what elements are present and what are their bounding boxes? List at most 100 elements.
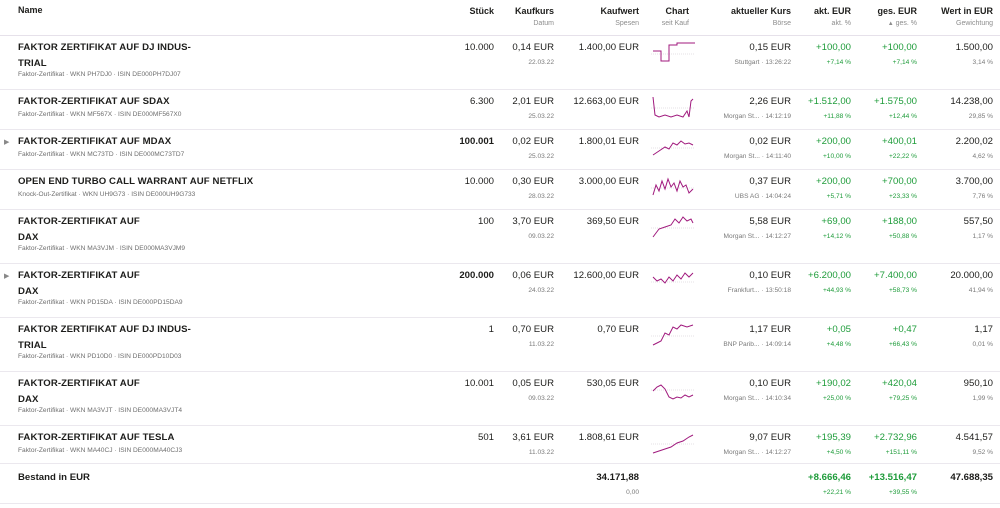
stueck-value: 200.000	[459, 270, 494, 281]
akt-eur-value: +200,00	[816, 136, 851, 147]
gewichtung-value: 41,94 %	[968, 287, 993, 294]
table-row[interactable]: ▶ FAKTOR-ZERTIFIKAT AUF DAX Faktor-Zerti…	[0, 264, 1000, 318]
ges-eur-value: +400,01	[882, 136, 917, 147]
header-wert[interactable]: Wert in EUR Gewichtung	[941, 5, 993, 29]
sparkline-chart[interactable]	[651, 95, 695, 121]
akt-eur-value: +6.200,00	[808, 270, 851, 281]
stueck-value: 6.300	[469, 96, 494, 107]
header-name[interactable]: Name	[18, 5, 43, 15]
kaufwert-value: 369,50 EUR	[586, 216, 639, 227]
header-chart[interactable]: Chart seit Kauf	[662, 5, 689, 29]
ges-pct-value: +22,22 %	[888, 153, 917, 160]
security-name[interactable]: FAKTOR-ZERTIFIKAT AUF DAX	[18, 214, 140, 246]
sparkline-chart[interactable]	[651, 269, 695, 295]
table-row[interactable]: OPEN END TURBO CALL WARRANT AUF NETFLIX …	[0, 170, 1000, 210]
security-details: Faktor-Zertifikat · WKN MA3VJT · ISIN DE…	[18, 407, 183, 414]
kaufkurs-value: 0,05 EUR	[512, 378, 554, 389]
aktueller-kurs-value: 9,07 EUR	[749, 432, 791, 443]
security-name[interactable]: FAKTOR-ZERTIFIKAT AUF DAX	[18, 268, 140, 300]
ges-eur-value: +0,47	[892, 324, 917, 335]
sort-ascending-icon[interactable]: ▲	[888, 21, 894, 27]
kaufkurs-value: 3,70 EUR	[512, 216, 554, 227]
total-label: Bestand in EUR	[18, 472, 90, 483]
sparkline-chart[interactable]	[651, 431, 695, 457]
security-name[interactable]: FAKTOR ZERTIFIKAT AUF DJ INDUS- TRIAL	[18, 40, 191, 72]
security-name[interactable]: FAKTOR-ZERTIFIKAT AUF SDAX	[18, 94, 170, 110]
kaufwert-value: 530,05 EUR	[586, 378, 639, 389]
wert-value: 2.200,02	[955, 136, 993, 147]
boerse-info: UBS AG · 14:04:24	[734, 193, 791, 200]
security-name[interactable]: FAKTOR-ZERTIFIKAT AUF TESLA	[18, 430, 175, 446]
stueck-value: 1	[488, 324, 494, 335]
aktueller-kurs-value: 0,10 EUR	[749, 378, 791, 389]
akt-pct-value: +44,93 %	[822, 287, 851, 294]
aktueller-kurs-value: 0,02 EUR	[749, 136, 791, 147]
aktueller-kurs-value: 0,15 EUR	[749, 42, 791, 53]
kauf-datum: 09.03.22	[528, 395, 554, 402]
wert-value: 950,10	[963, 378, 993, 389]
kauf-datum: 22.03.22	[528, 59, 554, 66]
portfolio-table: Name Stück Kaufkurs Datum Kaufwert Spese…	[0, 0, 1000, 508]
header-kurs[interactable]: aktueller Kurs Börse	[731, 5, 791, 29]
total-wert: 47.688,35	[950, 472, 993, 483]
kauf-datum: 25.03.22	[528, 153, 554, 160]
aktueller-kurs-value: 1,17 EUR	[749, 324, 791, 335]
header-stueck[interactable]: Stück	[469, 5, 494, 17]
header-ges[interactable]: ges. EUR ▲ ges. %	[877, 5, 917, 29]
gewichtung-value: 1,99 %	[972, 395, 993, 402]
gewichtung-value: 4,62 %	[972, 153, 993, 160]
total-row: Bestand in EUR 34.171,88 0,00 +8.666,46 …	[0, 464, 1000, 504]
kaufkurs-value: 0,14 EUR	[512, 42, 554, 53]
kaufkurs-value: 0,70 EUR	[512, 324, 554, 335]
table-row[interactable]: ▶ FAKTOR-ZERTIFIKAT AUF MDAX Faktor-Zert…	[0, 130, 1000, 170]
ges-pct-value: +50,88 %	[888, 233, 917, 240]
expand-row-icon[interactable]: ▶	[4, 272, 9, 280]
aktueller-kurs-value: 0,37 EUR	[749, 176, 791, 187]
akt-pct-value: +14,12 %	[822, 233, 851, 240]
security-name[interactable]: FAKTOR-ZERTIFIKAT AUF MDAX	[18, 134, 171, 150]
kaufwert-value: 1.400,00 EUR	[578, 42, 639, 53]
boerse-info: Morgan St... · 14:10:34	[723, 395, 791, 402]
table-row[interactable]: FAKTOR ZERTIFIKAT AUF DJ INDUS- TRIAL Fa…	[0, 36, 1000, 90]
boerse-info: Morgan St... · 14:12:27	[723, 233, 791, 240]
sparkline-chart[interactable]	[651, 215, 695, 241]
header-kaufwert[interactable]: Kaufwert Spesen	[600, 5, 639, 29]
total-ges-pct: +39,55 %	[888, 489, 917, 496]
ges-eur-value: +700,00	[882, 176, 917, 187]
table-row[interactable]: FAKTOR ZERTIFIKAT AUF DJ INDUS- TRIAL Fa…	[0, 318, 1000, 372]
ges-eur-value: +1.575,00	[874, 96, 917, 107]
aktueller-kurs-value: 5,58 EUR	[749, 216, 791, 227]
ges-pct-value: +66,43 %	[888, 341, 917, 348]
sparkline-chart[interactable]	[651, 175, 695, 201]
table-row[interactable]: FAKTOR-ZERTIFIKAT AUF SDAX Faktor-Zertif…	[0, 90, 1000, 130]
total-akt-pct: +22,21 %	[822, 489, 851, 496]
table-row[interactable]: FAKTOR-ZERTIFIKAT AUF TESLA Faktor-Zerti…	[0, 426, 1000, 464]
security-name[interactable]: FAKTOR-ZERTIFIKAT AUF DAX	[18, 376, 140, 408]
wert-value: 14.238,00	[950, 96, 993, 107]
security-name[interactable]: FAKTOR ZERTIFIKAT AUF DJ INDUS- TRIAL	[18, 322, 191, 354]
wert-value: 557,50	[963, 216, 993, 227]
kaufwert-value: 1.800,01 EUR	[578, 136, 639, 147]
stueck-value: 501	[477, 432, 494, 443]
sparkline-chart[interactable]	[651, 41, 695, 67]
akt-eur-value: +0,05	[826, 324, 851, 335]
kaufkurs-value: 2,01 EUR	[512, 96, 554, 107]
sparkline-chart[interactable]	[651, 323, 695, 349]
header-akt[interactable]: akt. EUR akt. %	[814, 5, 851, 29]
kauf-datum: 11.03.22	[528, 449, 554, 456]
expand-row-icon[interactable]: ▶	[4, 138, 9, 146]
table-row[interactable]: FAKTOR-ZERTIFIKAT AUF DAX Faktor-Zertifi…	[0, 372, 1000, 426]
table-row[interactable]: FAKTOR-ZERTIFIKAT AUF DAX Faktor-Zertifi…	[0, 210, 1000, 264]
kauf-datum: 24.03.22	[528, 287, 554, 294]
security-name[interactable]: OPEN END TURBO CALL WARRANT AUF NETFLIX	[18, 174, 253, 190]
kaufwert-value: 1.808,61 EUR	[578, 432, 639, 443]
sparkline-chart[interactable]	[651, 377, 695, 403]
gewichtung-value: 29,85 %	[968, 113, 993, 120]
kaufkurs-value: 0,02 EUR	[512, 136, 554, 147]
ges-pct-value: +12,44 %	[888, 113, 917, 120]
boerse-info: Morgan St... · 14:12:27	[723, 449, 791, 456]
sparkline-chart[interactable]	[651, 135, 695, 161]
ges-pct-value: +7,14 %	[892, 59, 917, 66]
stueck-value: 100	[477, 216, 494, 227]
header-kaufkurs[interactable]: Kaufkurs Datum	[515, 5, 554, 29]
